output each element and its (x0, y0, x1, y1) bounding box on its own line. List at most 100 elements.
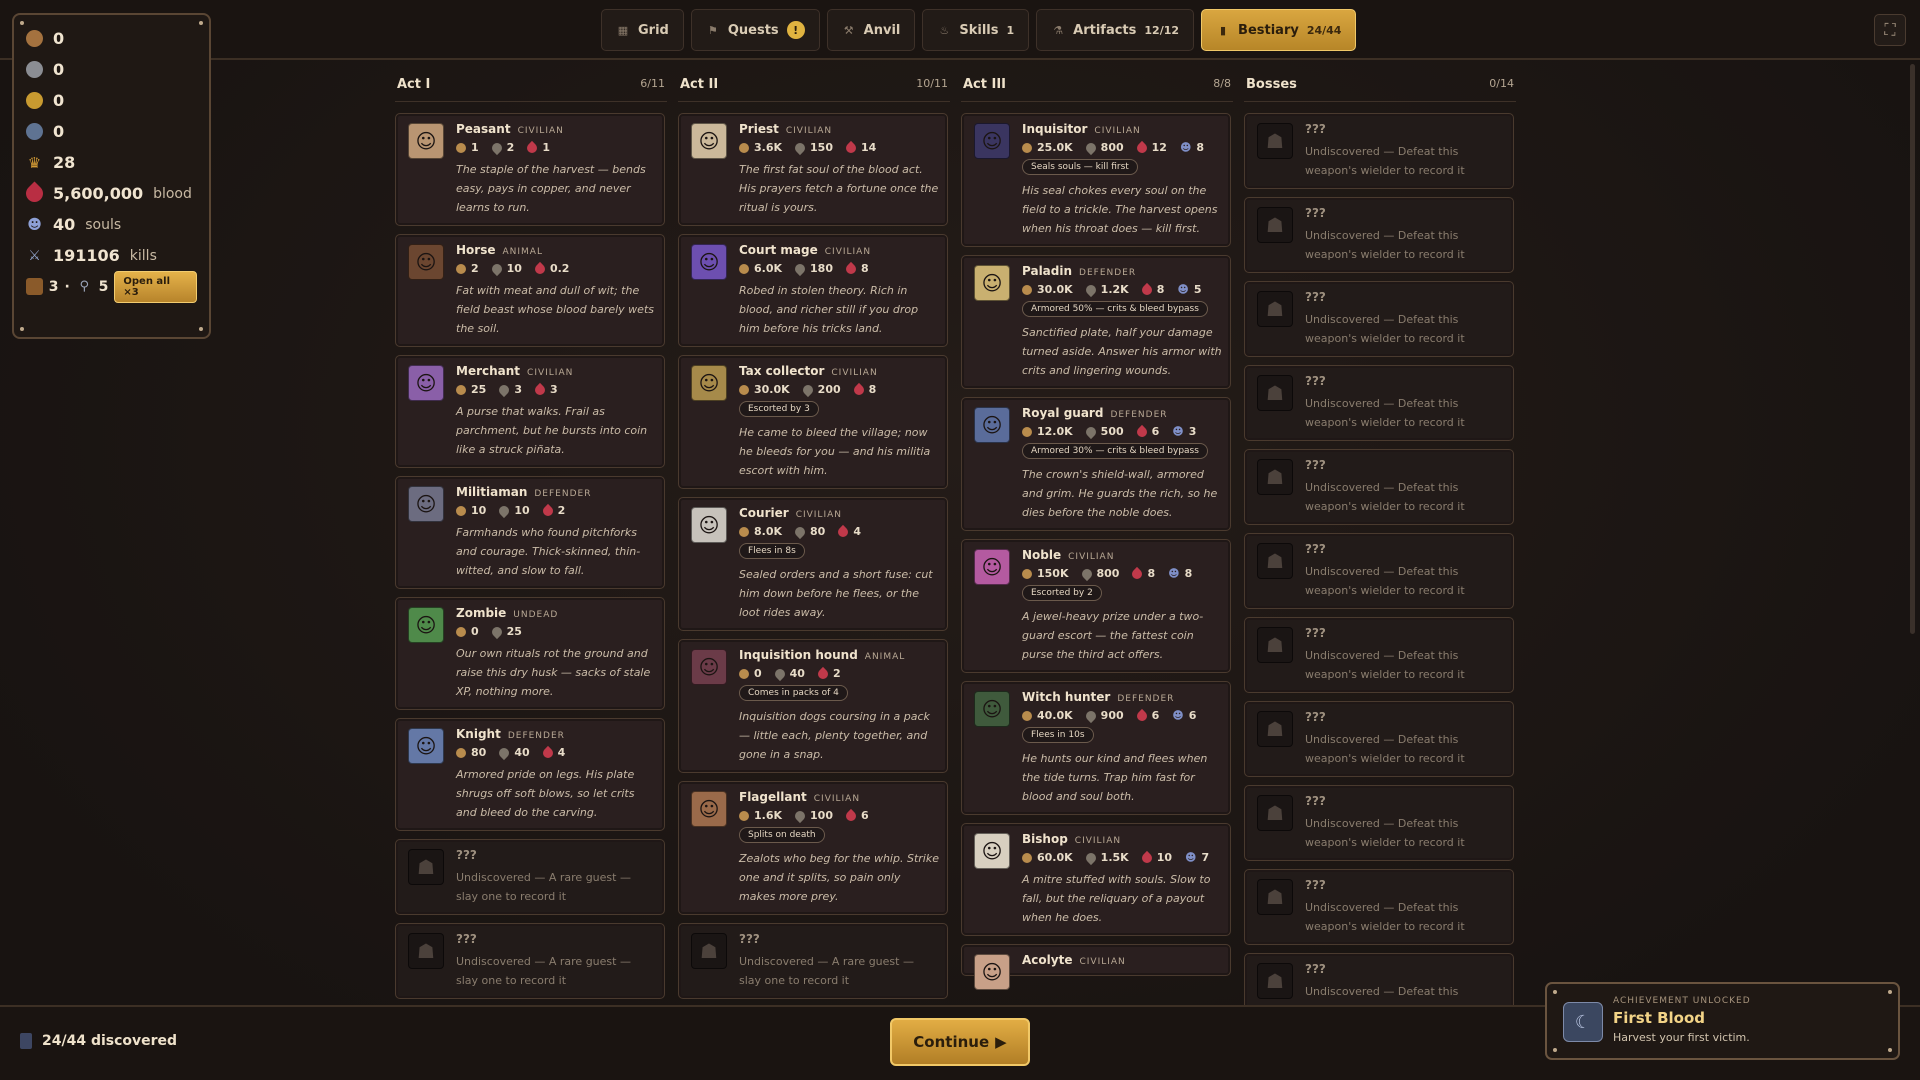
coin-icon (456, 747, 466, 758)
bestiary-entry-undiscovered[interactable]: ☗???Undiscovered — Defeat this weapon's … (1244, 365, 1514, 441)
continue-button[interactable]: Continue ▶ (890, 1018, 1030, 1066)
trait-row: Armored 50% — crits & bleed bypass (1022, 296, 1222, 317)
chest-icon (26, 278, 43, 295)
entry-heading: Peasant CIVILIAN (456, 122, 656, 136)
resource-crowns: ♛ 28 (26, 147, 197, 178)
tab-artifacts[interactable]: ⚗ Artifacts 12/12 (1036, 9, 1195, 51)
bestiary-entry[interactable]: ☺ Witch hunter DEFENDER 40.0K 900 6 ☻ 6 Flees in… (961, 681, 1231, 815)
entry-type: CIVILIAN (813, 794, 861, 804)
bestiary-entry-undiscovered[interactable]: ☗???Undiscovered — Defeat this weapon's … (1244, 617, 1514, 693)
scrollbar[interactable] (1910, 64, 1915, 634)
trait-chip: Seals souls — kill first (1022, 159, 1138, 175)
entry-stats: 8.0K 80 4 (739, 524, 939, 539)
copper-value: 0 (53, 29, 65, 48)
entry-name: Witch hunter (1022, 690, 1111, 704)
bestiary-entry-undiscovered[interactable]: ☗???Undiscovered — Defeat this weapon's … (1244, 449, 1514, 525)
entry-name: Militiaman (456, 485, 528, 499)
bestiary-entry[interactable]: ☺ Peasant CIVILIAN 1 2 1 The staple of the har… (395, 113, 665, 226)
bestiary-entry-undiscovered[interactable]: ☗???Undiscovered — Defeat this weapon's … (1244, 785, 1514, 861)
stat-kill: 3 (1188, 425, 1197, 438)
bestiary-entry-undiscovered[interactable]: ☗???Undiscovered — Defeat this weapon's … (1244, 533, 1514, 609)
entry-description: The first fat soul of the blood act. His… (739, 163, 939, 214)
silhouette-portrait: ☗ (408, 933, 444, 969)
creature-portrait: ☺ (691, 123, 727, 159)
bestiary-entry[interactable]: ☺ Court mage CIVILIAN 6.0K 180 8 Robed in stol… (678, 234, 948, 347)
bestiary-entry[interactable]: ☺ Courier CIVILIAN 8.0K 80 4 Flees in 8s Sealed… (678, 497, 948, 631)
bestiary-entry[interactable]: ☺ Bishop CIVILIAN 60.0K 1.5K 10 ☻ 7 A mitre stuf… (961, 823, 1231, 936)
bestiary-entry-undiscovered[interactable]: ☗???Undiscovered — Defeat this weapon's … (1244, 281, 1514, 357)
tab-skills[interactable]: ♨ Skills 1 (922, 9, 1030, 51)
tab-anvil[interactable]: ⚒ Anvil (826, 9, 916, 51)
entry-heading: ??? (739, 932, 939, 946)
bestiary-entry[interactable]: ☺ Horse ANIMAL 2 10 0.2 Fat with meat and dull… (395, 234, 665, 347)
bestiary-entry[interactable]: ☺ Priest CIVILIAN 3.6K 150 14 The first fat so… (678, 113, 948, 226)
blood-drop-icon (843, 808, 859, 823)
stat-kill: 6 (1188, 709, 1197, 722)
bestiary-entry[interactable]: ☺ Royal guard DEFENDER 12.0K 500 6 ☻ 3 Armored 3… (961, 397, 1231, 531)
soul-flame-icon (1083, 424, 1098, 439)
creature-portrait: ☺ (974, 549, 1010, 585)
bestiary-entry[interactable]: ☺ Noble CIVILIAN 150K 800 8 ☻ 8 Escorted by 2 A j… (961, 539, 1231, 673)
entry-stats: 0 40 2 (739, 666, 939, 681)
entry-type: ANIMAL (502, 247, 543, 257)
entry-name: ??? (1305, 374, 1326, 388)
bestiary-entry[interactable]: ☺ Knight DEFENDER 80 40 4 Armored pride on leg… (395, 718, 665, 831)
tab-bestiary[interactable]: ▮ Bestiary 24/44 (1201, 9, 1357, 51)
silhouette-portrait: ☗ (1257, 291, 1293, 327)
bestiary-entry[interactable]: ☺ Militiaman DEFENDER 10 10 2 Farmhands who fo… (395, 476, 665, 589)
achievement-desc: Harvest your first victim. (1613, 1031, 1750, 1044)
entry-name: Paladin (1022, 264, 1073, 278)
fullscreen-button[interactable]: ⛶ (1874, 14, 1906, 46)
stat-soul: 100 (810, 809, 833, 822)
stat-soul: 80 (810, 525, 826, 538)
entry-name: Inquisition hound (739, 648, 858, 662)
entry-type: CIVILIAN (795, 510, 842, 520)
creature-portrait: ☺ (408, 244, 444, 280)
bestiary-entry-undiscovered[interactable]: ☗??? Undiscovered — A rare guest — slay o… (678, 923, 948, 999)
top-bar: ▦ Grid ⚑ Quests! ⚒ Anvil ♨ Skills 1 ⚗ Artifacts 12/… (0, 0, 1920, 60)
resource-copper: 0 (26, 23, 197, 54)
bestiary-entry-undiscovered[interactable]: ☗???Undiscovered — Defeat this weapon's … (1244, 869, 1514, 945)
bestiary-entry[interactable]: ☺ Inquisition hound ANIMAL 0 40 2 Comes in pac… (678, 639, 948, 773)
open-all-button[interactable]: Open all ×3 (114, 270, 197, 303)
entry-description: Undiscovered — Defeat this weapon's wiel… (1305, 565, 1465, 597)
entry-name: ??? (1305, 206, 1326, 220)
soul-flame-icon (792, 524, 808, 539)
bestiary-entry[interactable]: ☺ Merchant CIVILIAN 25 3 3 A purse that walks.… (395, 355, 665, 468)
tab-quests[interactable]: ⚑ Quests! (690, 9, 820, 51)
soul-flame-icon (489, 140, 504, 155)
bestiary-entry[interactable]: ☺ Tax collector CIVILIAN 30.0K 200 8 Escorted … (678, 355, 948, 489)
bestiary-entry[interactable]: ☺ Paladin DEFENDER 30.0K 1.2K 8 ☻ 5 Armored 50% … (961, 255, 1231, 389)
trait-row: Comes in packs of 4 (739, 680, 939, 701)
tab-grid[interactable]: ▦ Grid (601, 9, 684, 51)
souls-reward-icon: ☻ (1172, 709, 1184, 722)
bestiary-entry-undiscovered[interactable]: ☗???Undiscovered — Defeat this weapon's … (1244, 953, 1514, 1008)
entry-heading: Acolyte CIVILIAN (1022, 953, 1222, 967)
coin-icon (739, 810, 749, 821)
entry-stats: 25.0K 800 12 ☻ 8 (1022, 140, 1222, 155)
bestiary-entry-undiscovered[interactable]: ☗??? Undiscovered — A rare guest — slay o… (395, 923, 665, 999)
bestiary-entry[interactable]: ☺ Inquisitor CIVILIAN 25.0K 800 12 ☻ 8 Seals sou… (961, 113, 1231, 247)
tab-bar: ▦ Grid ⚑ Quests! ⚒ Anvil ♨ Skills 1 ⚗ Artifacts 12/… (601, 9, 1357, 51)
entry-heading: Horse ANIMAL (456, 243, 656, 257)
bestiary-entry-undiscovered[interactable]: ☗???Undiscovered — Defeat this weapon's … (1244, 113, 1514, 189)
stat-soul: 800 (1096, 567, 1120, 580)
stat-soul: 500 (1100, 425, 1124, 438)
stat-blood: 2 (832, 667, 841, 680)
bestiary-entry[interactable]: ☺ Zombie UNDEAD 0 25 Our own rituals rot the … (395, 597, 665, 710)
soul-flame-icon (800, 382, 815, 397)
bestiary-entry-undiscovered[interactable]: ☗???Undiscovered — Defeat this weapon's … (1244, 197, 1514, 273)
bestiary-entry-undiscovered[interactable]: ☗??? Undiscovered — A rare guest — slay o… (395, 839, 665, 915)
bestiary-entry[interactable]: ☺ Flagellant CIVILIAN 1.6K 100 6 Splits on dea… (678, 781, 948, 915)
bestiary-entry-undiscovered[interactable]: ☗???Undiscovered — Defeat this weapon's … (1244, 701, 1514, 777)
entry-description: Zealots who beg for the whip. Strike one… (739, 852, 939, 903)
soul-flame-icon (1083, 850, 1098, 865)
stat-soul: 40 (514, 746, 530, 759)
tab-count: 24/44 (1306, 23, 1342, 37)
entry-name: Courier (739, 506, 789, 520)
trait-chip: Flees in 8s (739, 543, 805, 559)
entry-type: DEFENDER (534, 489, 592, 499)
bestiary-entry[interactable]: ☺ Acolyte CIVILIAN (961, 944, 1231, 990)
entry-name: Acolyte (1022, 953, 1073, 967)
stat-soul: 800 (1100, 141, 1124, 154)
